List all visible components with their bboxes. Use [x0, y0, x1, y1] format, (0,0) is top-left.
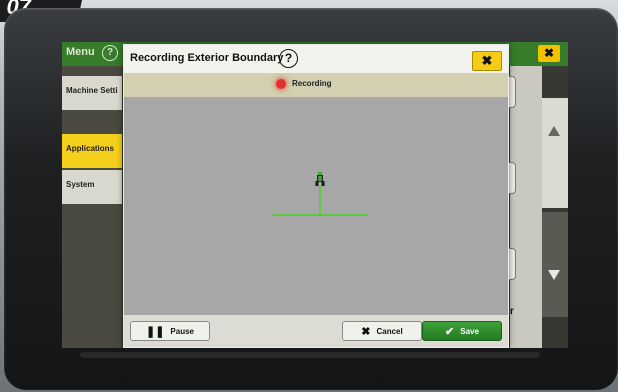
sidebar-item-system[interactable]: System [62, 170, 122, 204]
menu-content-edge [510, 66, 542, 348]
pause-label: Pause [170, 326, 194, 336]
cancel-label: Cancel [376, 326, 403, 336]
menu-title: Menu [66, 46, 95, 58]
scroll-up-button[interactable] [542, 98, 568, 208]
recorded-path-vertical [319, 186, 321, 215]
menu-help-icon[interactable]: ? [102, 45, 118, 61]
triangle-down-icon [548, 270, 560, 280]
triangle-up-icon [548, 126, 560, 136]
recording-status-text: Recording [292, 79, 332, 88]
help-icon[interactable]: ? [279, 49, 298, 68]
save-button[interactable]: ✔ Save [422, 321, 502, 341]
scroll-down-button[interactable] [542, 212, 568, 317]
display-screen: Menu ? ✖ Machine Setti Applications Syst… [62, 42, 568, 348]
sidebar-item-machine-settings[interactable]: Machine Setti [62, 76, 122, 110]
cancel-button[interactable]: ✖ Cancel [342, 321, 422, 341]
recording-indicator-icon [276, 79, 286, 89]
save-label: Save [460, 326, 479, 336]
bezel-reflection [80, 352, 540, 358]
dialog-title: Recording Exterior Boundary [130, 52, 284, 64]
pause-button[interactable]: ❚❚ Pause [130, 321, 210, 341]
cancel-icon: ✖ [361, 325, 371, 338]
tractor-icon [315, 172, 325, 186]
dialog-title-bar: Recording Exterior Boundary ? ✖ [124, 45, 508, 73]
menu-close-button[interactable]: ✖ [538, 45, 560, 62]
boundary-map[interactable] [124, 97, 508, 315]
checkmark-icon: ✔ [445, 325, 455, 338]
menu-text-fragment: r [510, 306, 514, 317]
sidebar-item-applications[interactable]: Applications [62, 134, 122, 168]
dialog-footer: ❚❚ Pause ✖ Cancel ✔ Save [124, 315, 508, 347]
recording-status-bar: Recording [124, 73, 508, 97]
menu-sidebar: Machine Setti Applications System [62, 66, 122, 348]
close-button[interactable]: ✖ [472, 51, 502, 71]
recording-dialog: Recording Exterior Boundary ? ✖ Recordin… [123, 44, 509, 348]
pause-icon: ❚❚ [145, 325, 165, 338]
